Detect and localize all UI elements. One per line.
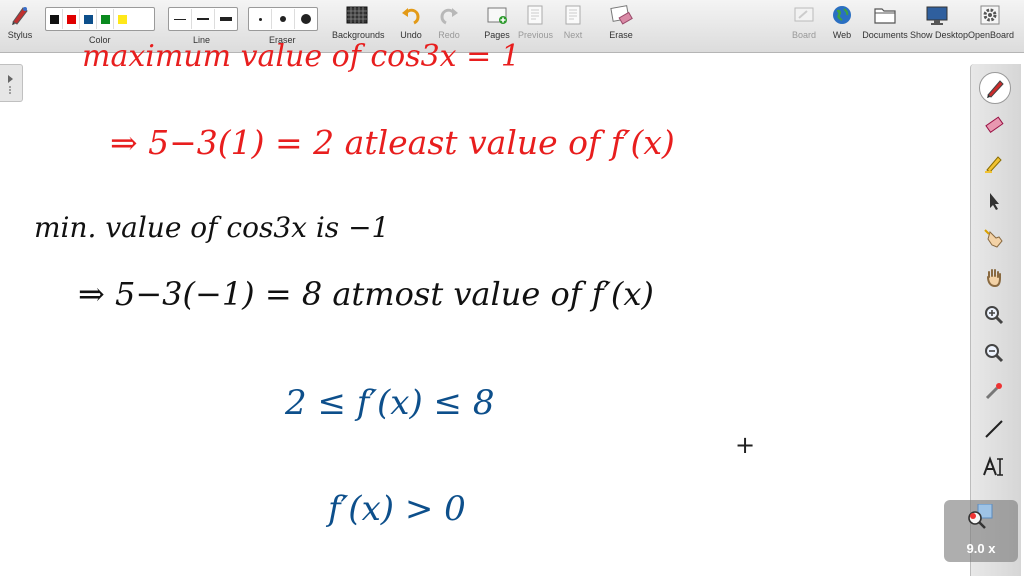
globe-icon (833, 6, 851, 24)
color-swatch-yellow[interactable] (114, 9, 130, 29)
hand-icon (987, 269, 1001, 288)
highlighter-icon (985, 156, 1002, 173)
stylus-button[interactable]: Stylus (6, 4, 34, 40)
color-swatch-green[interactable] (97, 9, 114, 29)
line-icon (985, 420, 1003, 438)
interact-tool[interactable] (979, 224, 1009, 254)
board-line-atmost-value: ⇒ 5−3(−1) = 8 atmost value of f′(x) (78, 275, 654, 313)
highlighter-tool[interactable] (979, 148, 1009, 178)
erase-board-button[interactable]: Erase (606, 4, 636, 40)
redo-button[interactable]: Redo (436, 4, 462, 40)
laser-pointer-tool[interactable] (979, 376, 1009, 406)
color-swatch-red[interactable] (63, 9, 80, 29)
show-desktop-button[interactable]: Show Desktop (910, 4, 968, 40)
board-line-atleast-value: ⇒ 5−3(1) = 2 atleast value of f′(x) (110, 123, 675, 162)
whiteboard-canvas[interactable]: maximum value of cos3x = 1 ⇒ 5−3(1) = 2 … (0, 39, 970, 576)
line-tool[interactable] (979, 414, 1009, 444)
pages-button[interactable]: Pages (482, 4, 512, 40)
web-button[interactable]: Web (828, 4, 856, 40)
zoom-out-tool[interactable] (979, 338, 1009, 368)
laser-pointer-icon (985, 383, 1002, 400)
board-line-min-value: min. value of cos3x is −1 (34, 211, 390, 244)
pen-icon (987, 80, 1004, 98)
stylus-icon (12, 7, 28, 25)
crosshair-cursor: + (735, 431, 756, 459)
next-page-button[interactable]: Next (560, 4, 586, 40)
zoom-level-text: 9.0 x (966, 541, 996, 556)
add-page-icon (487, 7, 507, 24)
undo-button[interactable]: Undo (398, 4, 424, 40)
hand-pan-tool[interactable] (979, 262, 1009, 292)
next-page-icon (565, 5, 581, 25)
board-button[interactable]: Board (790, 4, 818, 40)
zoom-indicator: 9.0 x (944, 500, 1018, 562)
board-line-inequality: 2 ≤ f′(x) ≤ 8 (285, 383, 495, 423)
text-tool[interactable] (979, 452, 1009, 482)
board-line-positive-derivative: f′(x) > 0 (328, 489, 466, 529)
capture-magnifier-icon (968, 504, 993, 529)
gear-icon (980, 5, 1000, 25)
erase-board-icon (610, 5, 633, 25)
color-swatch-blue[interactable] (80, 9, 97, 29)
eraser-tool[interactable] (979, 110, 1009, 140)
pointing-hand-icon (984, 229, 1003, 248)
previous-page-button[interactable]: Previous (518, 4, 553, 40)
color-swatch-black[interactable] (46, 9, 63, 29)
eraser-large-button[interactable] (295, 9, 317, 29)
eraser-small-button[interactable] (249, 9, 272, 29)
desktop-monitor-icon (926, 6, 948, 25)
backgrounds-grid-icon (346, 6, 368, 24)
color-palette (45, 7, 155, 31)
eraser-size-group (248, 7, 318, 31)
zoom-in-tool[interactable] (979, 300, 1009, 330)
text-ai-icon (983, 456, 1003, 476)
redo-arrow-icon (440, 8, 458, 25)
zoom-in-icon (985, 306, 1004, 325)
line-width-group (168, 7, 238, 31)
openboard-menu-button[interactable]: OpenBoard (968, 4, 1014, 40)
folder-icon (874, 8, 896, 24)
undo-arrow-icon (402, 8, 420, 25)
line-medium-button[interactable] (192, 9, 215, 29)
documents-button[interactable]: Documents (862, 4, 908, 40)
backgrounds-button[interactable]: Backgrounds (332, 4, 385, 40)
board-line-maximum-value: maximum value of cos3x = 1 (82, 39, 520, 74)
line-thin-button[interactable] (169, 9, 192, 29)
eraser-icon (985, 116, 1004, 133)
board-icon (794, 7, 814, 22)
eraser-medium-button[interactable] (272, 9, 295, 29)
line-thick-button[interactable] (215, 9, 237, 29)
arrow-pointer-icon (990, 193, 999, 210)
zoom-out-icon (985, 344, 1004, 363)
pen-tool[interactable] (979, 72, 1011, 104)
selector-tool[interactable] (979, 186, 1009, 216)
previous-page-icon (527, 5, 543, 25)
